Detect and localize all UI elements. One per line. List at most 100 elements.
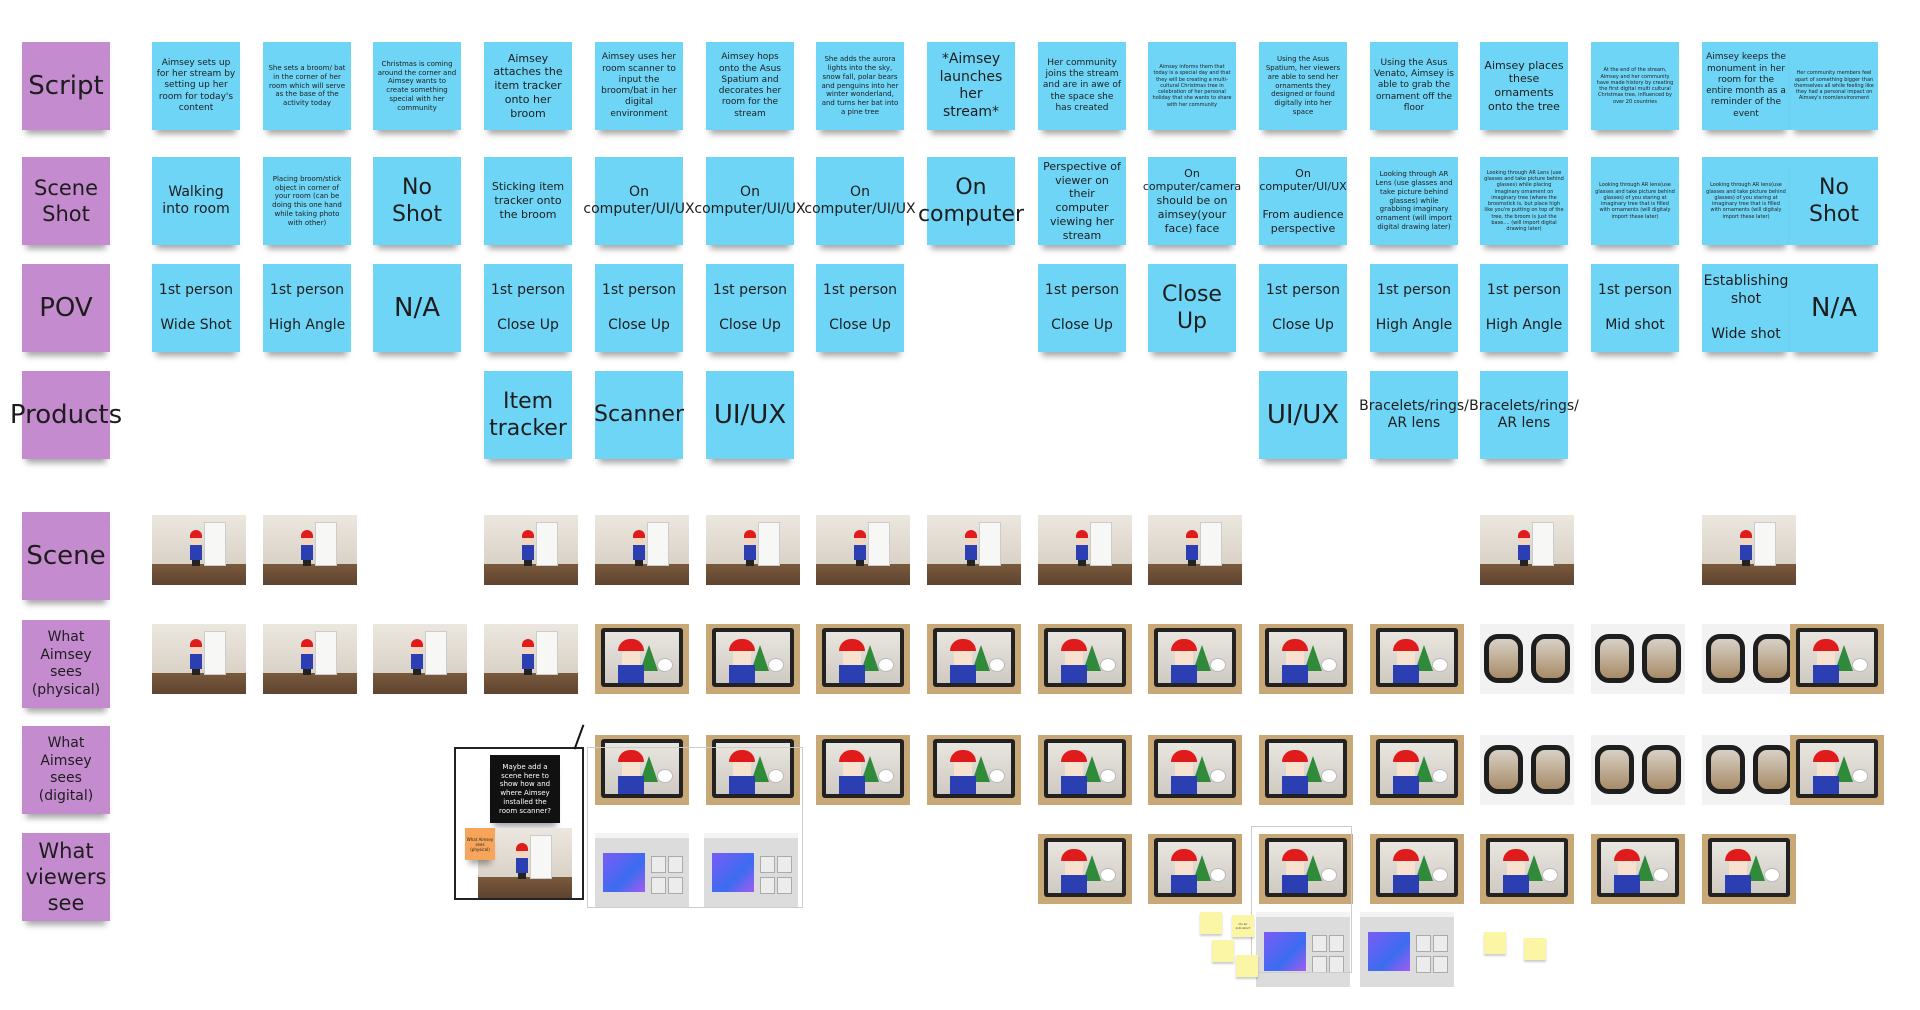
physical-view-image[interactable]	[152, 624, 246, 694]
scene-shot-note[interactable]: Sticking item tracker onto the broom	[484, 157, 572, 245]
script-note[interactable]: Her community joins the stream and are i…	[1038, 42, 1126, 130]
pov-note[interactable]: 1st person Wide Shot	[152, 264, 240, 352]
question-note[interactable]: Maybe add a scene here to show how and w…	[490, 755, 560, 823]
row-label-script[interactable]: Script	[22, 42, 110, 130]
script-note[interactable]: Christmas is coming around the corner an…	[373, 42, 461, 130]
physical-view-image[interactable]	[706, 624, 800, 694]
products-note[interactable]: UI/UX	[1259, 371, 1347, 459]
scene-image[interactable]	[595, 515, 689, 585]
physical-view-image[interactable]	[1591, 624, 1685, 694]
digital-view-image[interactable]	[1790, 735, 1884, 805]
pov-note[interactable]: 1st person Close Up	[595, 264, 683, 352]
pov-note[interactable]: 1st person Mid shot	[1591, 264, 1679, 352]
scene-image[interactable]	[1038, 515, 1132, 585]
row-label-what-aimsey-sees-physical[interactable]: What Aimsey sees (physical)	[22, 620, 110, 708]
scene-image[interactable]	[816, 515, 910, 585]
scene-shot-note[interactable]: Looking through AR Lens (use glasses and…	[1480, 157, 1568, 245]
pov-note[interactable]: 1st person Close Up	[816, 264, 904, 352]
pov-note[interactable]: 1st person High Angle	[1370, 264, 1458, 352]
script-note[interactable]: Aimsey attaches the item tracker onto he…	[484, 42, 572, 130]
script-note[interactable]: Aimsey hops onto the Asus Spatium and de…	[706, 42, 794, 130]
products-note[interactable]: Item tracker	[484, 371, 572, 459]
row-label-scene-shot[interactable]: Scene Shot	[22, 157, 110, 245]
scene-shot-note[interactable]: On computer/UI/UX	[804, 157, 916, 245]
pov-note[interactable]: 1st person Close Up	[1259, 264, 1347, 352]
physical-view-image[interactable]	[1259, 624, 1353, 694]
ui-screenshot[interactable]	[1360, 912, 1454, 987]
scene-shot-note[interactable]: No Shot	[373, 157, 461, 245]
physical-view-image[interactable]	[816, 624, 910, 694]
scene-image[interactable]	[1148, 515, 1242, 585]
script-note[interactable]: Her community members feel apart of some…	[1790, 42, 1878, 130]
pov-note[interactable]: 1st person High Angle	[1480, 264, 1568, 352]
scene-shot-note[interactable]: On computer/UI/UX	[583, 157, 695, 245]
viewer-view-image[interactable]	[1702, 834, 1796, 904]
digital-view-image[interactable]	[1591, 735, 1685, 805]
pov-note[interactable]: N/A	[373, 264, 461, 352]
products-note[interactable]: Bracelets/rings/ AR lens	[1359, 371, 1469, 459]
physical-view-image[interactable]	[1148, 624, 1242, 694]
script-note[interactable]: Aimsey uses her room scanner to input th…	[595, 42, 683, 130]
scene-shot-note[interactable]: Looking through AR lens(use glasses and …	[1591, 157, 1679, 245]
script-note[interactable]: Aimsey sets up for her stream by setting…	[152, 42, 240, 130]
scene-shot-note[interactable]: Looking through AR lens(use glasses and …	[1702, 157, 1790, 245]
row-label-what-viewers-see[interactable]: What viewers see	[22, 833, 110, 921]
digital-view-image[interactable]	[1370, 735, 1464, 805]
scene-image[interactable]	[152, 515, 246, 585]
callout-note[interactable]: What Aimsey sees (physical)	[465, 828, 495, 860]
products-note[interactable]: Bracelets/rings/ AR lens	[1469, 371, 1579, 459]
scene-shot-note[interactable]: Placing broom/stick object in corner of …	[263, 157, 351, 245]
scene-image[interactable]	[484, 515, 578, 585]
scene-shot-note[interactable]: On computer	[918, 157, 1024, 245]
viewer-view-image[interactable]	[1591, 834, 1685, 904]
physical-view-image[interactable]	[927, 624, 1021, 694]
comment-note[interactable]	[1200, 912, 1222, 934]
scene-shot-note[interactable]: Perspective of viewer on their computer …	[1038, 157, 1126, 245]
scene-shot-note[interactable]: Walking into room	[152, 157, 240, 245]
physical-view-image[interactable]	[1702, 624, 1796, 694]
pov-note[interactable]: 1st person Close Up	[484, 264, 572, 352]
scene-image[interactable]	[706, 515, 800, 585]
digital-view-image[interactable]	[816, 735, 910, 805]
viewer-view-image[interactable]	[1038, 834, 1132, 904]
script-note[interactable]: Aimsey places these ornaments onto the t…	[1480, 42, 1568, 130]
script-note[interactable]: At the end of the stream, Aimsey and her…	[1591, 42, 1679, 130]
physical-view-image[interactable]	[595, 624, 689, 694]
physical-view-image[interactable]	[1480, 624, 1574, 694]
viewer-view-image[interactable]	[1148, 834, 1242, 904]
viewer-view-image[interactable]	[1480, 834, 1574, 904]
script-note[interactable]: Aimsey keeps the monument in her room fo…	[1702, 42, 1790, 130]
scene-shot-note[interactable]: On computer/camera should be on aimsey(y…	[1143, 157, 1241, 245]
row-label-what-aimsey-sees-digital[interactable]: What Aimsey sees (digital)	[22, 726, 110, 814]
scene-image[interactable]	[263, 515, 357, 585]
scene-image[interactable]	[927, 515, 1021, 585]
script-note[interactable]: Using the Asus Spatium, her viewers are …	[1259, 42, 1347, 130]
digital-view-image[interactable]	[1148, 735, 1242, 805]
comment-note[interactable]	[1236, 955, 1258, 977]
digital-view-image[interactable]	[927, 735, 1021, 805]
pov-note[interactable]: Establishing shot Wide shot	[1702, 264, 1790, 352]
row-label-pov[interactable]: POV	[22, 264, 110, 352]
physical-view-image[interactable]	[484, 624, 578, 694]
viewer-view-image[interactable]	[1370, 834, 1464, 904]
physical-view-image[interactable]	[1370, 624, 1464, 694]
script-note[interactable]: She adds the aurora lights into the sky,…	[816, 42, 904, 130]
scene-shot-note[interactable]: No Shot	[1790, 157, 1878, 245]
pov-note[interactable]: Close Up	[1148, 264, 1236, 352]
script-note[interactable]: Using the Asus Venato, Aimsey is able to…	[1370, 42, 1458, 130]
digital-view-image[interactable]	[1480, 735, 1574, 805]
ui-group-frame[interactable]	[587, 747, 803, 908]
physical-view-image[interactable]	[1790, 624, 1884, 694]
pov-note[interactable]: 1st person High Angle	[263, 264, 351, 352]
physical-view-image[interactable]	[1038, 624, 1132, 694]
physical-view-image[interactable]	[373, 624, 467, 694]
row-label-products[interactable]: Products	[10, 371, 122, 459]
scene-image[interactable]	[1702, 515, 1796, 585]
script-note[interactable]: *Aimsey launches her stream*	[927, 42, 1015, 130]
comment-note[interactable]	[1524, 938, 1546, 960]
scene-shot-note[interactable]: On computer/UI/UX	[694, 157, 806, 245]
products-note[interactable]: UI/UX	[706, 371, 794, 459]
digital-view-image[interactable]	[1702, 735, 1796, 805]
scene-shot-note[interactable]: Looking through AR Lens (use glasses and…	[1370, 157, 1458, 245]
scene-shot-note[interactable]: On computer/UI/UX From audience perspect…	[1259, 157, 1347, 245]
